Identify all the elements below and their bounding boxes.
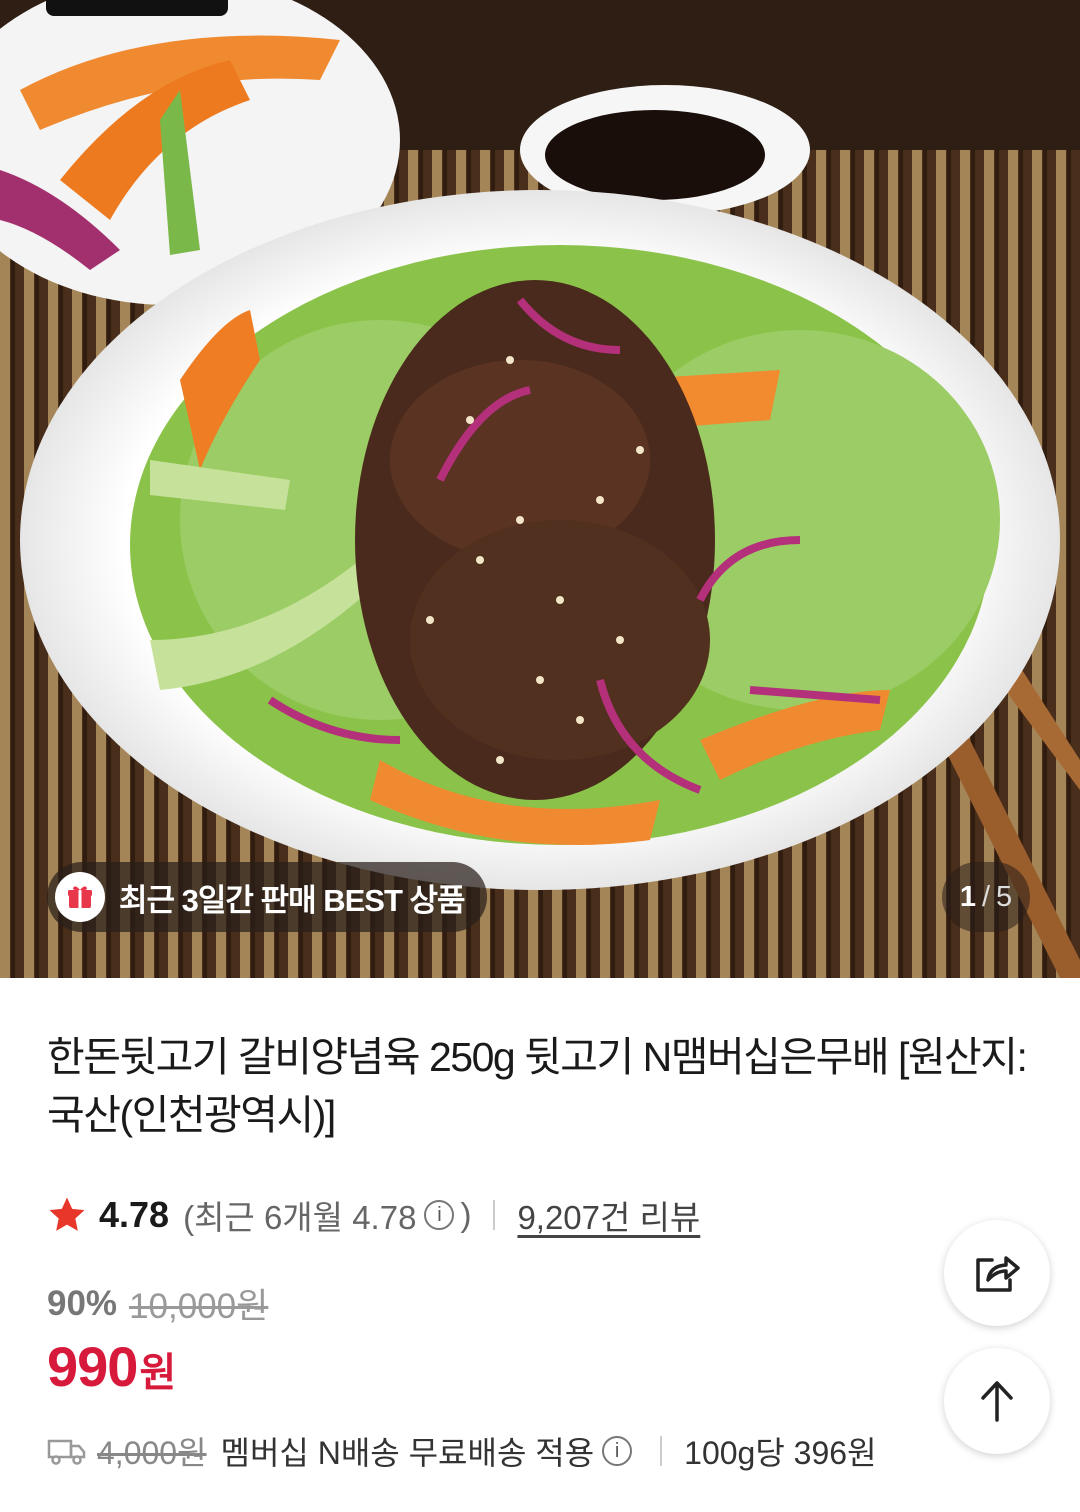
best-seller-badge-text: 최근 3일간 판매 BEST 상품 — [119, 882, 466, 918]
best-seller-badge: 최근 3일간 판매 BEST 상품 — [47, 862, 487, 932]
shipping-description: 멤버십 N배송 무료배송 적용 — [220, 1435, 595, 1471]
product-image-carousel[interactable]: 최근 3일간 판매 BEST 상품 1 / 5 — [0, 0, 1080, 978]
original-shipping-fee: 4,000원 — [97, 1435, 207, 1471]
original-price: 10,000원 — [129, 1287, 269, 1326]
product-image — [0, 0, 1080, 978]
rating-value: 4.78 — [99, 1194, 170, 1235]
recent-rating-text: (최근 6개월 4.78 — [183, 1199, 417, 1236]
shipping-row: 4,000원 멤버십 N배송 무료배송 적용 i 100g당 396원 — [47, 1426, 877, 1476]
discount-rate: 90% — [47, 1283, 118, 1323]
status-bar-notch — [46, 0, 228, 16]
sale-price-row: 990 원 — [47, 1334, 176, 1399]
currency-unit: 원 — [139, 1351, 177, 1395]
star-icon — [49, 1197, 85, 1231]
share-button[interactable] — [944, 1220, 1050, 1326]
image-counter-current: 1 — [959, 880, 976, 913]
image-counter: 1 / 5 — [942, 862, 1030, 932]
share-icon — [976, 1256, 1020, 1292]
gift-icon — [55, 872, 105, 922]
arrow-up-icon — [981, 1381, 1013, 1422]
rating-row: 4.78 (최근 6개월 4.78 i ) 9,207건 리뷰 — [47, 1190, 700, 1240]
shipping-info-icon[interactable]: i — [602, 1436, 633, 1466]
info-icon[interactable]: i — [424, 1200, 455, 1230]
scroll-to-top-button[interactable] — [944, 1348, 1050, 1454]
image-counter-total: 5 — [996, 880, 1013, 913]
unit-price: 100g당 396원 — [684, 1435, 877, 1471]
review-count-link[interactable]: 9,207건 리뷰 — [517, 1191, 700, 1239]
discount-row: 90% 10,000원 — [47, 1278, 268, 1329]
recent-rating-close: ) — [460, 1196, 472, 1233]
sale-price: 990 — [47, 1335, 138, 1398]
recent-rating: (최근 6개월 4.78 i ) — [183, 1191, 471, 1239]
image-counter-separator: / — [981, 880, 991, 913]
truck-icon — [47, 1439, 86, 1465]
divider — [493, 1200, 496, 1230]
product-title: 한돈뒷고기 갈비양념육 250g 뒷고기 N맴버십은무배 [원산지:국산(인천광… — [47, 1034, 1028, 1138]
divider — [660, 1436, 663, 1466]
